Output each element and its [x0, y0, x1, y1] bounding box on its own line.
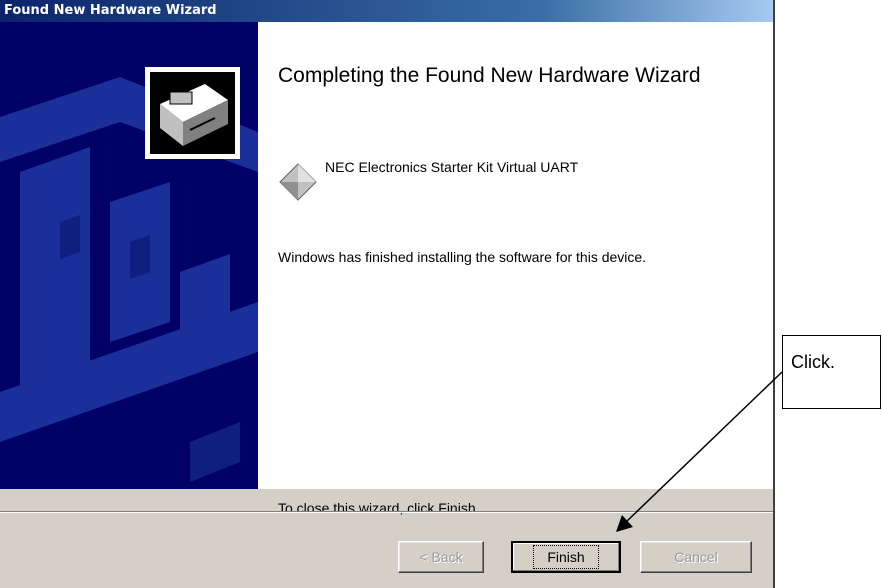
hardware-wizard-icon — [145, 67, 240, 159]
cancel-button[interactable]: Cancel — [640, 541, 752, 573]
finish-button-label: Finish — [533, 545, 599, 569]
wizard-side-panel — [0, 22, 258, 489]
back-button-label: < Back — [419, 549, 463, 565]
device-diamond-icon — [279, 163, 317, 201]
callout-text: Click. — [791, 352, 835, 372]
window-titlebar[interactable]: Found New Hardware Wizard — [0, 0, 773, 22]
finish-button[interactable]: Finish — [511, 541, 621, 573]
window-title: Found New Hardware Wizard — [4, 3, 217, 18]
wizard-window: Found New Hardware Wizard Completing the… — [0, 0, 775, 588]
finish-message: Windows has finished installing the soft… — [278, 249, 647, 265]
side-panel-graphic — [0, 22, 258, 489]
wizard-content: Completing the Found New Hardware Wizard… — [0, 22, 773, 516]
wizard-heading: Completing the Found New Hardware Wizard — [278, 64, 701, 87]
back-button[interactable]: < Back — [398, 541, 484, 573]
callout-box: Click. — [782, 335, 881, 409]
button-divider — [0, 511, 773, 513]
close-instructions: To close this wizard, click Finish. — [278, 500, 480, 516]
device-name: NEC Electronics Starter Kit Virtual UART — [325, 159, 579, 175]
cancel-button-label: Cancel — [674, 549, 718, 565]
